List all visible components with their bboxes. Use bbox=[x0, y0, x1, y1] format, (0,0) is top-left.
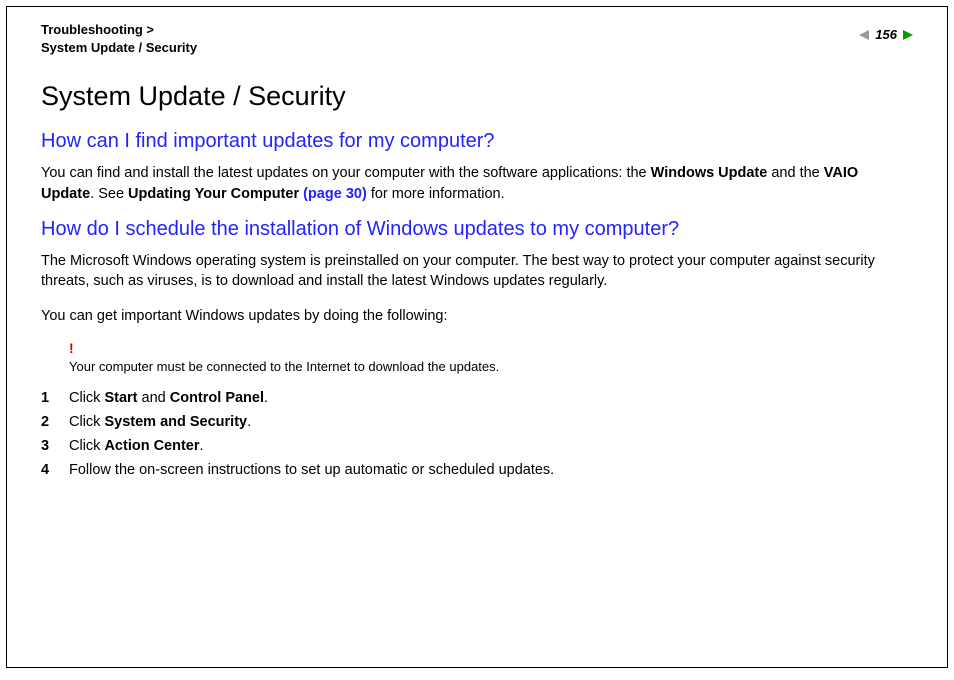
page-header: Troubleshooting > System Update / Securi… bbox=[41, 21, 913, 57]
section1-heading: How can I find important updates for my … bbox=[41, 130, 913, 153]
bold-text: Updating Your Computer bbox=[128, 186, 303, 202]
text-run: Follow the on-screen instructions to set… bbox=[69, 462, 554, 478]
content-area: System Update / Security How can I find … bbox=[41, 81, 913, 477]
step-number: 2 bbox=[41, 414, 69, 430]
text-run: . bbox=[247, 414, 251, 430]
step-text: Follow the on-screen instructions to set… bbox=[69, 462, 913, 478]
step-text: Click Start and Control Panel. bbox=[69, 390, 913, 406]
document-page: Troubleshooting > System Update / Securi… bbox=[6, 6, 948, 668]
text-run: and bbox=[138, 390, 170, 406]
breadcrumb: Troubleshooting > System Update / Securi… bbox=[41, 21, 197, 57]
text-run: You can find and install the latest upda… bbox=[41, 165, 651, 181]
prev-page-icon[interactable] bbox=[859, 30, 869, 40]
step-number: 4 bbox=[41, 462, 69, 478]
bold-text: System and Security bbox=[104, 414, 247, 430]
text-run: and the bbox=[767, 165, 823, 181]
step-text: Click Action Center. bbox=[69, 438, 913, 454]
text-run: Click bbox=[69, 390, 104, 406]
section2-paragraph1: The Microsoft Windows operating system i… bbox=[41, 251, 913, 292]
page-title: System Update / Security bbox=[41, 81, 913, 112]
steps-list: 1 Click Start and Control Panel. 2 Click… bbox=[41, 390, 913, 478]
next-page-icon[interactable] bbox=[903, 30, 913, 40]
text-run: Click bbox=[69, 414, 104, 430]
text-run: . See bbox=[90, 186, 128, 202]
bold-text: Control Panel bbox=[170, 390, 264, 406]
step-item: 1 Click Start and Control Panel. bbox=[41, 390, 913, 406]
bold-text: Windows Update bbox=[651, 165, 768, 181]
page-reference-link[interactable]: (page 30) bbox=[303, 186, 367, 202]
step-item: 4 Follow the on-screen instructions to s… bbox=[41, 462, 913, 478]
warning-note: ! Your computer must be connected to the… bbox=[69, 340, 913, 376]
page-navigation: 156 bbox=[859, 27, 913, 42]
warning-text: Your computer must be connected to the I… bbox=[69, 359, 499, 374]
step-text: Click System and Security. bbox=[69, 414, 913, 430]
section1-paragraph: You can find and install the latest upda… bbox=[41, 163, 913, 204]
step-number: 1 bbox=[41, 390, 69, 406]
text-run: Click bbox=[69, 438, 104, 454]
bold-text: Action Center bbox=[104, 438, 199, 454]
text-run: . bbox=[200, 438, 204, 454]
step-item: 2 Click System and Security. bbox=[41, 414, 913, 430]
text-run: for more information. bbox=[367, 186, 505, 202]
breadcrumb-line2[interactable]: System Update / Security bbox=[41, 39, 197, 57]
step-number: 3 bbox=[41, 438, 69, 454]
page-number: 156 bbox=[875, 27, 897, 42]
warning-icon: ! bbox=[69, 340, 913, 356]
step-item: 3 Click Action Center. bbox=[41, 438, 913, 454]
bold-text: Start bbox=[104, 390, 137, 406]
text-run: . bbox=[264, 390, 268, 406]
breadcrumb-line1[interactable]: Troubleshooting > bbox=[41, 21, 197, 39]
section2-paragraph2: You can get important Windows updates by… bbox=[41, 306, 913, 326]
section2-heading: How do I schedule the installation of Wi… bbox=[41, 218, 913, 241]
